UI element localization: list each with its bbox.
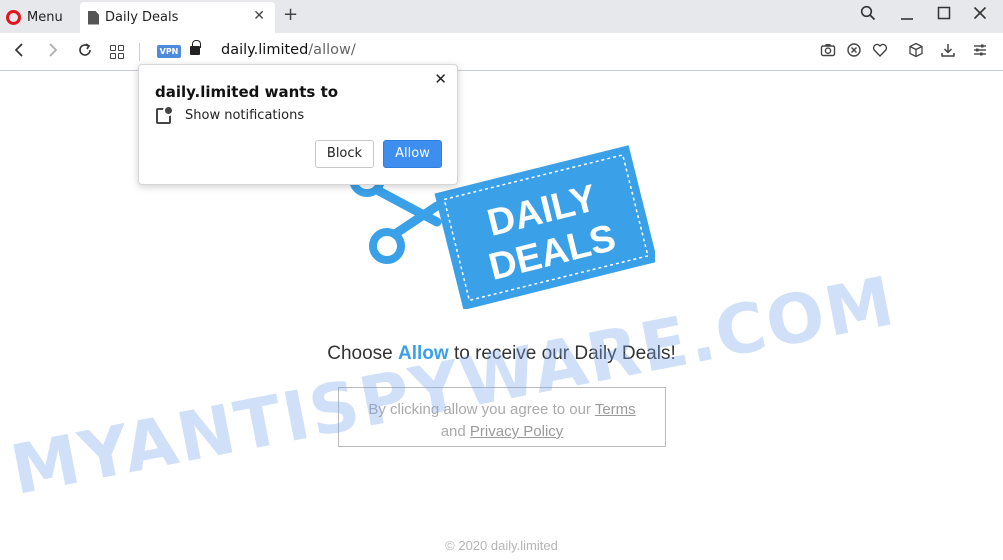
tab-title: Daily Deals <box>105 10 179 25</box>
lock-icon[interactable] <box>190 40 201 55</box>
headline-suffix: to receive our Daily Deals! <box>448 343 676 364</box>
deal-tag: DAILY DEALS <box>434 145 655 309</box>
dialog-title: daily.limited wants to <box>155 83 339 101</box>
back-icon[interactable] <box>13 41 25 63</box>
close-window-icon[interactable] <box>973 5 987 25</box>
tab-close-icon[interactable]: ✕ <box>253 8 265 24</box>
vpn-badge[interactable]: VPN <box>157 45 181 58</box>
minimize-icon[interactable] <box>900 5 914 25</box>
document-icon <box>88 10 99 25</box>
block-button[interactable]: Block <box>315 140 374 168</box>
privacy-policy-link[interactable]: Privacy Policy <box>470 423 563 440</box>
easy-setup-icon[interactable] <box>972 42 988 62</box>
terms-and: and <box>440 423 470 440</box>
url-path: /allow/ <box>308 42 356 58</box>
notification-icon <box>156 105 174 124</box>
close-icon[interactable]: ✕ <box>434 70 447 88</box>
cube-icon[interactable] <box>908 42 924 62</box>
ad-block-icon[interactable] <box>846 42 862 62</box>
new-tab-button[interactable]: + <box>283 4 298 25</box>
camera-icon[interactable] <box>820 42 836 62</box>
terms-box: By clicking allow you agree to our Terms… <box>338 387 666 447</box>
address-field[interactable]: daily.limited/allow/ <box>221 42 356 58</box>
notification-permission-dialog: daily.limited wants to ✕ Show notificati… <box>138 64 458 185</box>
heart-icon[interactable] <box>872 42 888 62</box>
headline-prefix: Choose <box>327 343 399 364</box>
forward-icon[interactable] <box>47 41 59 63</box>
headline-allow: Allow <box>398 343 449 364</box>
reload-icon[interactable] <box>77 41 93 63</box>
speed-dial-icon[interactable] <box>110 45 124 59</box>
download-icon[interactable] <box>940 42 956 62</box>
toolbar-divider <box>139 43 140 61</box>
menu-label: Menu <box>27 9 63 25</box>
url-domain: daily.limited <box>221 42 309 58</box>
footer-copyright: © 2020 daily.limited <box>445 538 558 553</box>
terms-prefix: By clicking allow you agree to our <box>368 401 595 418</box>
tab-strip: Menu Daily Deals ✕ + <box>0 0 1003 33</box>
opera-menu-button[interactable]: Menu <box>6 6 63 28</box>
opera-logo-icon <box>6 9 21 25</box>
allow-button[interactable]: Allow <box>383 140 442 168</box>
search-tabs-icon[interactable] <box>860 5 876 25</box>
permission-label: Show notifications <box>185 108 305 123</box>
tab-daily-deals[interactable]: Daily Deals ✕ <box>80 2 275 33</box>
terms-link[interactable]: Terms <box>595 401 636 418</box>
headline: Choose Allow to receive our Daily Deals! <box>0 343 1003 365</box>
maximize-icon[interactable] <box>937 5 951 25</box>
